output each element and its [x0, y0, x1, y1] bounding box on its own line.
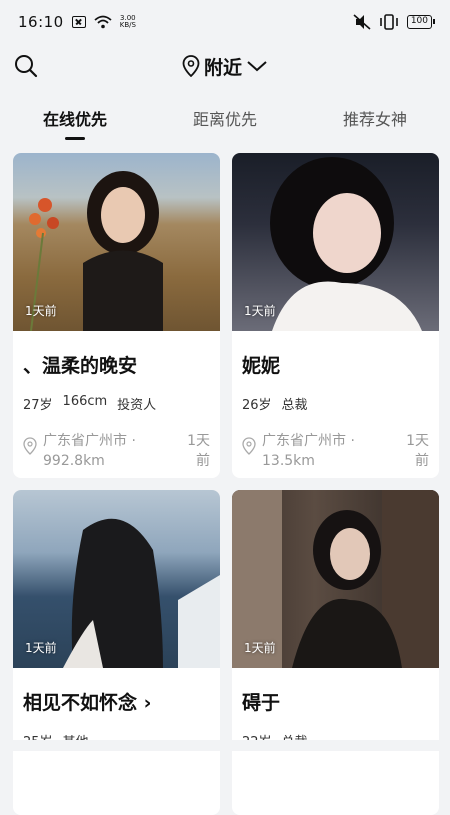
net-speed: 3.00 KB/S	[120, 15, 136, 29]
profile-occupation: 总裁	[281, 398, 308, 413]
profile-photo: 1天前	[232, 490, 439, 668]
profile-last-active: 1天前	[406, 433, 429, 469]
tab-distance-first[interactable]: 距离优先	[150, 96, 300, 142]
top-bar: 附近	[0, 44, 450, 88]
profile-last-active: 1天前	[187, 433, 210, 469]
profile-photo: 1天前	[13, 153, 220, 331]
vibrate-icon	[380, 14, 398, 30]
sort-tabs: 在线优先 距离优先 推荐女神	[0, 96, 450, 142]
bottom-nav-bar	[0, 740, 450, 751]
status-time: 16:10	[18, 13, 64, 31]
profile-meta: 26岁 总裁	[232, 378, 439, 413]
profile-location-row: 广东省广州市 · 13.5km 1天前	[232, 413, 439, 471]
profile-name: 相见不如怀念 ›	[23, 692, 152, 714]
online-time-badge: 1天前	[244, 641, 276, 655]
location-selector[interactable]: 附近	[182, 53, 268, 80]
profile-card[interactable]: 1天前 、温柔的晚安 27岁 166cm 投资人 广东省广州市 · 992.8k…	[13, 153, 220, 478]
mute-icon	[353, 14, 371, 30]
profile-photo: 1天前	[232, 153, 439, 331]
profile-meta: 27岁 166cm 投资人	[13, 378, 220, 413]
profile-age: 27岁	[23, 398, 53, 413]
net-speed-unit: KB/S	[119, 21, 136, 29]
profile-name: 、温柔的晚安	[23, 355, 138, 377]
search-icon[interactable]	[12, 52, 40, 80]
tab-online-first[interactable]: 在线优先	[0, 96, 150, 142]
profile-location: 广东省广州市 · 13.5km	[262, 433, 355, 469]
status-bar: 16:10 3.00 KB/S 100	[0, 0, 450, 44]
chevron-down-icon	[247, 61, 267, 72]
profile-age: 26岁	[242, 398, 272, 413]
tab-recommended[interactable]: 推荐女神	[300, 96, 450, 142]
profile-grid: 1天前 、温柔的晚安 27岁 166cm 投资人 广东省广州市 · 992.8k…	[13, 153, 439, 815]
profile-name: 碍于	[242, 692, 281, 714]
location-label: 附近	[203, 56, 242, 79]
location-pin-icon	[182, 55, 200, 77]
profile-card[interactable]: 1天前 妮妮 26岁 总裁 广东省广州市 · 13.5km 1天前	[232, 153, 439, 478]
profile-height: 166cm	[62, 394, 108, 409]
online-time-badge: 1天前	[25, 304, 57, 318]
profile-location: 广东省广州市 · 992.8km	[43, 433, 136, 469]
profile-name: 妮妮	[242, 355, 281, 377]
location-pin-icon	[242, 437, 256, 455]
online-time-badge: 1天前	[25, 641, 57, 655]
profile-location-row: 广东省广州市 · 992.8km 1天前	[13, 413, 220, 471]
profile-photo: 1天前	[13, 490, 220, 668]
profile-occupation: 投资人	[117, 398, 157, 413]
profile-card[interactable]: 1天前 碍于 22岁 总裁	[232, 490, 439, 815]
wifi-icon	[94, 15, 112, 29]
online-time-badge: 1天前	[244, 304, 276, 318]
notification-icon	[71, 16, 86, 28]
location-pin-icon	[23, 437, 37, 455]
profile-card[interactable]: 1天前 相见不如怀念 › 25岁 其他	[13, 490, 220, 815]
battery-icon: 100	[406, 15, 436, 29]
